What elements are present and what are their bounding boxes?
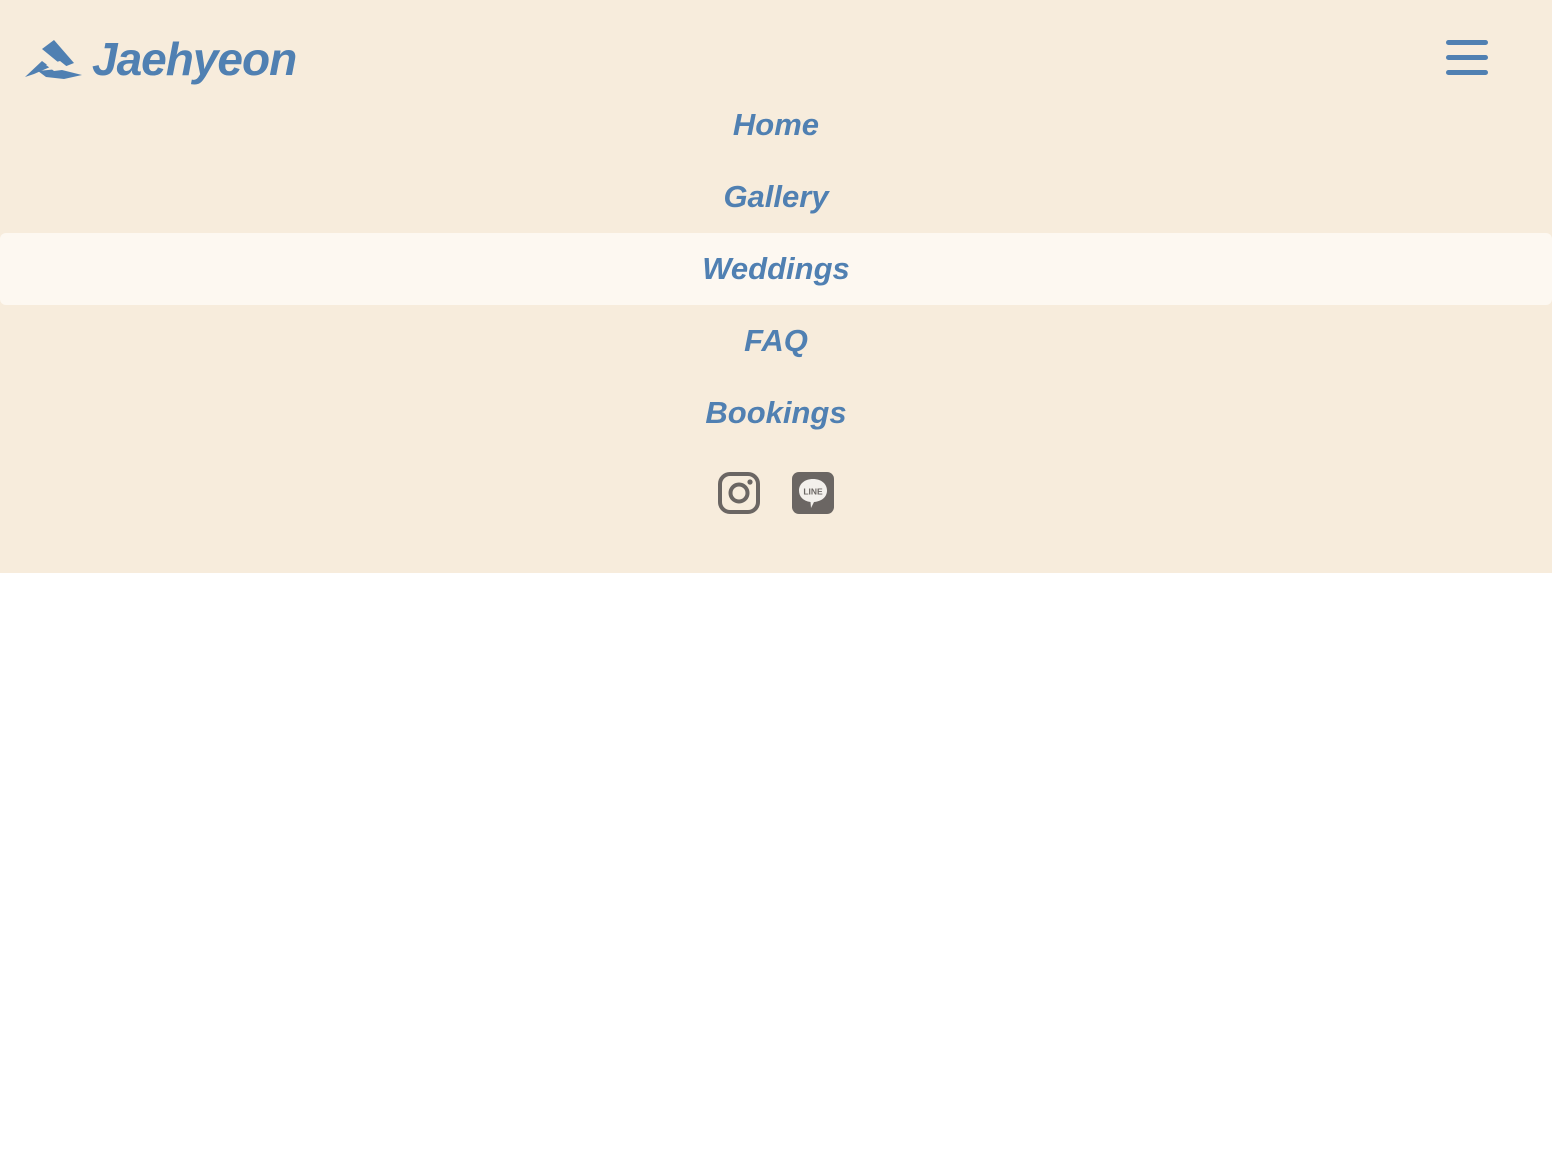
mountain-logo-icon — [25, 40, 82, 79]
hamburger-menu-icon-bar-middle — [1446, 55, 1488, 60]
mobile-menu-panel: Jaehyeon Home Gallery Weddings FAQ Booki… — [0, 0, 1552, 573]
hamburger-menu-icon-bar-top — [1446, 40, 1488, 45]
nav-menu: Home Gallery Weddings FAQ Bookings — [0, 89, 1552, 449]
nav-item-home[interactable]: Home — [0, 89, 1552, 161]
hamburger-menu-icon-bar-bottom — [1446, 70, 1488, 75]
menu-toggle-button[interactable] — [1438, 34, 1496, 82]
brand-home-link[interactable]: Jaehyeon — [24, 30, 297, 88]
instagram-icon — [718, 472, 760, 514]
line-link[interactable]: LINE — [792, 472, 834, 514]
nav-item-faq[interactable]: FAQ — [0, 305, 1552, 377]
social-links: LINE — [0, 472, 1552, 514]
instagram-link[interactable] — [718, 472, 760, 514]
line-icon: LINE — [792, 472, 834, 514]
line-icon-text: LINE — [803, 487, 823, 497]
nav-item-bookings[interactable]: Bookings — [0, 377, 1552, 449]
nav-item-weddings[interactable]: Weddings — [0, 233, 1552, 305]
nav-item-gallery[interactable]: Gallery — [0, 161, 1552, 233]
brand-name: Jaehyeon — [92, 33, 297, 85]
